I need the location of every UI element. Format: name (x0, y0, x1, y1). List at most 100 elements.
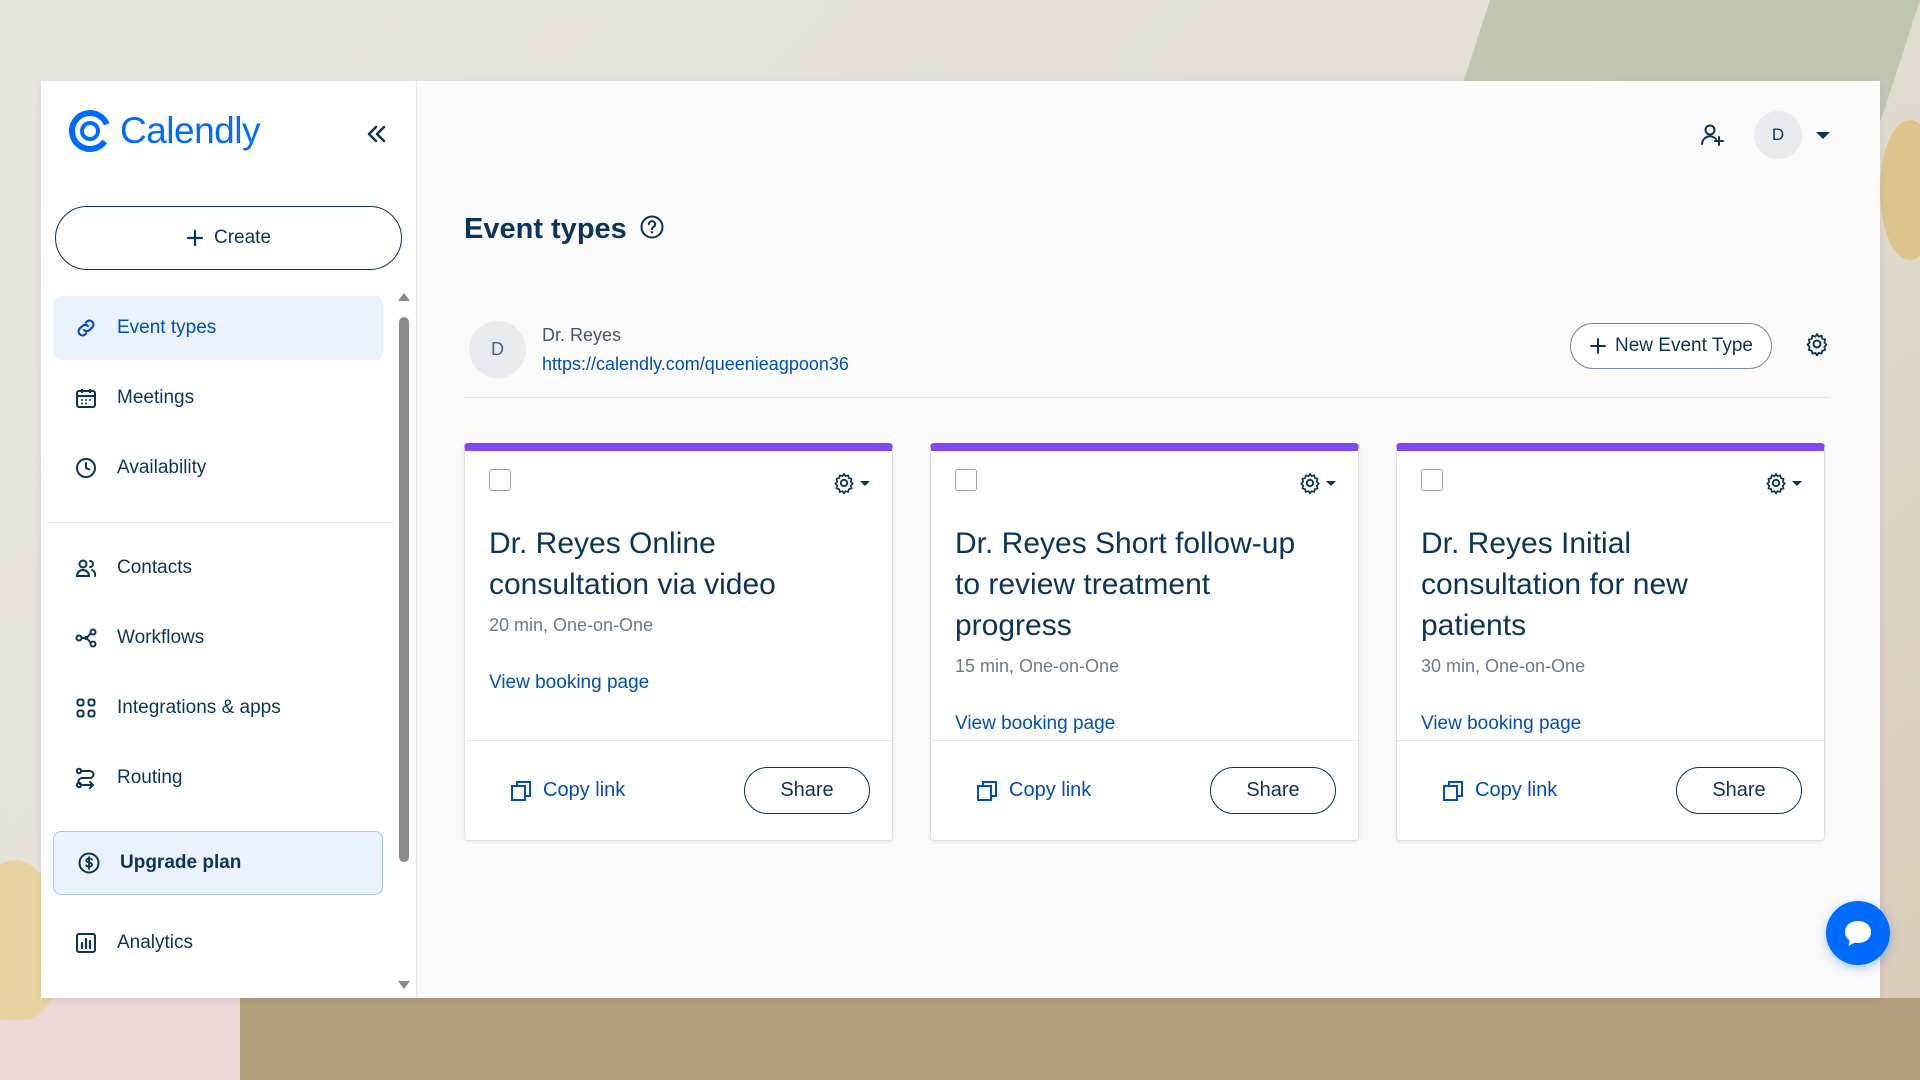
sidebar-item-label: Analytics (117, 932, 194, 953)
clock-icon (73, 455, 99, 481)
share-button[interactable]: Share (744, 767, 870, 814)
background-paper-brown (240, 998, 1920, 1080)
chevron-down-icon (1326, 480, 1336, 486)
card-footer: Copy link Share (1397, 740, 1824, 840)
new-event-type-button[interactable]: New Event Type (1569, 323, 1772, 369)
copy-icon (1443, 780, 1463, 801)
view-booking-page-link[interactable]: View booking page (489, 662, 649, 703)
copy-link-label: Copy link (543, 779, 626, 801)
sidebar-item-integrations[interactable]: Integrations & apps (53, 676, 383, 740)
copy-icon (977, 780, 997, 801)
background-flower (1880, 120, 1920, 260)
upgrade-plan-button[interactable]: Upgrade plan (53, 831, 383, 895)
chat-support-button[interactable] (1826, 901, 1890, 965)
sidebar-item-contacts[interactable]: Contacts (53, 536, 383, 600)
chevron-down-icon (1792, 480, 1802, 486)
event-type-meta: 15 min, One-on-One (955, 656, 1120, 676)
sidebar-item-label: Workflows (117, 627, 205, 648)
brand-name: Calendly (120, 110, 260, 151)
sidebar-item-label: Event types (117, 317, 217, 338)
copy-link-label: Copy link (1475, 779, 1558, 801)
sidebar-item-label: Routing (117, 767, 183, 788)
grid-icon (73, 695, 99, 721)
card-footer: Copy link Share (931, 740, 1358, 840)
routing-icon (73, 765, 99, 791)
chevron-down-icon (860, 480, 870, 486)
workflow-icon (73, 625, 99, 651)
sidebar-item-label: Meetings (117, 387, 195, 408)
scroll-down-arrow-icon[interactable] (398, 981, 410, 989)
event-type-card[interactable]: Dr. Reyes Online consultation via video … (464, 443, 893, 841)
share-button[interactable]: Share (1210, 767, 1336, 814)
help-icon[interactable] (639, 214, 665, 245)
card-checkbox[interactable] (955, 469, 977, 491)
copy-link-button[interactable]: Copy link (1441, 779, 1557, 803)
plus-icon (1589, 338, 1606, 354)
card-title-block: Dr. Reyes Initial consultation for new p… (1421, 523, 1794, 744)
user-avatar[interactable]: D (1754, 111, 1802, 159)
owner-header: D Dr. Reyes https://calendly.com/queenie… (464, 321, 1830, 398)
event-type-meta: 30 min, One-on-One (1421, 656, 1586, 676)
chevron-down-icon[interactable] (1816, 131, 1830, 139)
share-button[interactable]: Share (1676, 767, 1802, 814)
calendar-icon (73, 385, 99, 411)
link-icon (73, 315, 99, 341)
calendly-logo[interactable]: Calendly (68, 109, 260, 153)
gear-icon[interactable] (1804, 331, 1830, 362)
sidebar-item-label: Contacts (117, 557, 192, 578)
scheduling-link[interactable]: https://calendly.com/queenieagpoon36 (542, 354, 849, 375)
copy-link-button[interactable]: Copy link (509, 779, 625, 803)
header-actions: D (1694, 111, 1830, 159)
card-settings-menu[interactable] (1764, 471, 1802, 495)
calendly-logo-icon (69, 110, 111, 152)
copy-link-label: Copy link (1009, 779, 1092, 801)
card-title-block: Dr. Reyes Online consultation via video … (489, 523, 862, 703)
scrollbar-thumb[interactable] (399, 317, 409, 862)
view-booking-page-link[interactable]: View booking page (955, 703, 1115, 744)
gear-icon (1766, 472, 1786, 495)
sidebar-item-meetings[interactable]: Meetings (53, 366, 383, 430)
analytics-icon (73, 930, 99, 956)
event-type-card[interactable]: Dr. Reyes Short follow-up to review trea… (930, 443, 1359, 841)
owner-name: Dr. Reyes (542, 325, 622, 345)
owner-avatar: D (469, 321, 526, 378)
sidebar-item-routing[interactable]: Routing (53, 746, 383, 810)
sidebar-scrollbar[interactable] (397, 293, 411, 989)
view-booking-page-link[interactable]: View booking page (1421, 703, 1581, 744)
copy-icon (511, 780, 531, 801)
card-title-block: Dr. Reyes Short follow-up to review trea… (955, 523, 1328, 744)
gear-icon (834, 472, 854, 495)
sidebar-divider (41, 522, 396, 523)
dollar-icon (76, 850, 102, 876)
copy-link-button[interactable]: Copy link (975, 779, 1091, 803)
new-event-type-label: New Event Type (1614, 335, 1753, 356)
upgrade-plan-label: Upgrade plan (120, 852, 242, 873)
sidebar-item-workflows[interactable]: Workflows (53, 606, 383, 670)
main-content: D Event types D Dr. Reyes https://calend… (417, 81, 1890, 998)
card-settings-menu[interactable] (1298, 471, 1336, 495)
card-checkbox[interactable] (489, 469, 511, 491)
event-type-card[interactable]: Dr. Reyes Initial consultation for new p… (1396, 443, 1825, 841)
event-type-title: Dr. Reyes Initial consultation for new p… (1421, 527, 1688, 642)
collapse-sidebar-icon[interactable] (361, 119, 391, 149)
event-type-title: Dr. Reyes Short follow-up to review trea… (955, 527, 1296, 642)
invite-user-icon[interactable] (1694, 117, 1730, 153)
app-window: Calendly Create Event types Meetings Ava… (41, 81, 1890, 998)
sidebar-item-label: Integrations & apps (117, 697, 281, 718)
event-type-meta: 20 min, One-on-One (489, 615, 654, 635)
page-title-text: Event types (464, 213, 627, 245)
card-settings-menu[interactable] (832, 471, 870, 495)
card-footer: Copy link Share (465, 740, 892, 840)
sidebar-item-availability[interactable]: Availability (53, 436, 383, 500)
chat-bubble-icon (1845, 921, 1871, 946)
create-label: Create (213, 227, 272, 248)
card-checkbox[interactable] (1421, 469, 1443, 491)
scroll-up-arrow-icon[interactable] (398, 293, 410, 301)
sidebar-item-analytics[interactable]: Analytics (53, 911, 383, 975)
sidebar-item-event-types[interactable]: Event types (53, 296, 383, 360)
contacts-icon (73, 555, 99, 581)
page-title: Event types (464, 213, 665, 246)
event-type-cards: Dr. Reyes Online consultation via video … (464, 443, 1825, 841)
event-type-title: Dr. Reyes Online consultation via video (489, 527, 776, 601)
create-button[interactable]: Create (55, 206, 402, 270)
